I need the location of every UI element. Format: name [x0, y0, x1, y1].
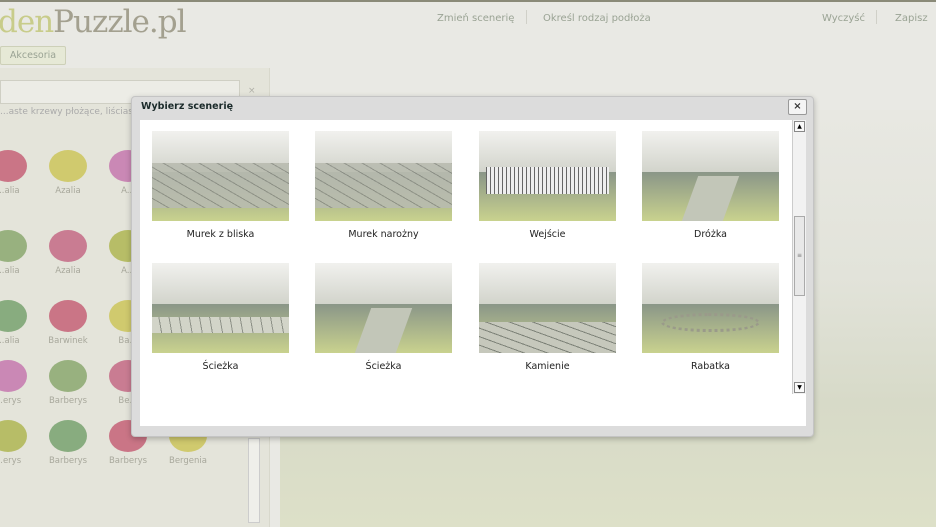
scene-tile[interactable]: Murek z bliska [152, 131, 289, 240]
plant-label: Barberys [48, 456, 88, 466]
plant-thumbnail [49, 230, 87, 262]
plant-item[interactable]: Barwinek [38, 300, 98, 346]
top-border [0, 0, 936, 2]
plant-label: Azalia [55, 186, 81, 196]
scene-label: Dróżka [694, 229, 727, 240]
plant-item[interactable]: ...erys [0, 360, 38, 406]
divider [876, 10, 877, 24]
plant-label: Barberys [48, 396, 88, 406]
tab-accessories[interactable]: Akcesoria [0, 46, 66, 65]
divider [526, 10, 527, 24]
scene-label: Murek narożny [348, 229, 419, 240]
logo-highlight: den [0, 4, 54, 40]
scene-thumbnail [152, 131, 289, 221]
scene-list: ▲ ≡ ▼ Murek z bliska Murek narożny Wejście… [140, 120, 806, 426]
logo[interactable]: denPuzzle.pl [0, 4, 187, 40]
plant-item[interactable]: Barberys [38, 420, 98, 466]
plant-item[interactable]: Azalia [38, 150, 98, 196]
scene-thumbnail [152, 263, 289, 353]
scene-label: Murek z bliska [186, 229, 255, 240]
scene-label: Wejście [529, 229, 566, 240]
plant-item[interactable]: ...alia [0, 150, 38, 196]
scene-thumbnail [642, 131, 779, 221]
nav-change-scenery[interactable]: Zmień scenerię [437, 13, 514, 24]
plant-label: Barwinek [48, 336, 88, 346]
scene-label: Ścieżka [202, 361, 239, 372]
scene-thumbnail [479, 131, 616, 221]
scroll-down-icon[interactable]: ▼ [794, 382, 805, 393]
close-button[interactable]: × [788, 99, 807, 115]
scene-tile[interactable]: Ścieżka [152, 263, 289, 372]
clear-search-icon[interactable]: × [248, 86, 256, 96]
scene-tile[interactable]: Wejście [479, 131, 616, 240]
plant-thumbnail [49, 300, 87, 332]
plant-thumbnail [0, 420, 27, 452]
plant-label: ...alia [0, 186, 20, 196]
scene-thumbnail [479, 263, 616, 353]
scene-tile[interactable]: Kamienie [479, 263, 616, 372]
plant-label: ...erys [0, 396, 22, 406]
scene-label: Ścieżka [365, 361, 402, 372]
scenery-dialog: Wybierz scenerię × ▲ ≡ ▼ Murek z bliska M… [131, 96, 814, 437]
plant-thumbnail [0, 300, 27, 332]
plant-item[interactable]: ...alia [0, 300, 38, 346]
scene-tile[interactable]: Rabatka [642, 263, 779, 372]
plant-label: ...erys [0, 456, 22, 466]
scene-tile[interactable]: Ścieżka [315, 263, 452, 372]
scene-thumbnail [315, 131, 452, 221]
scroll-thumb[interactable]: ≡ [794, 216, 805, 296]
scene-label: Rabatka [691, 361, 730, 372]
plant-item[interactable]: Barberys [38, 360, 98, 406]
clear-button[interactable]: Wyczyść [822, 13, 865, 24]
plant-label: ...alia [0, 336, 20, 346]
plant-thumbnail [0, 230, 27, 262]
plant-label: Azalia [55, 266, 81, 276]
scroll-up-icon[interactable]: ▲ [794, 121, 805, 132]
plant-label: Barberys [108, 456, 148, 466]
save-button[interactable]: Zapisz [895, 13, 928, 24]
plant-thumbnail [0, 150, 27, 182]
plant-thumbnail [49, 420, 87, 452]
nav-ground-type[interactable]: Określ rodzaj podłoża [543, 13, 651, 24]
plant-label: ...alia [0, 266, 20, 276]
panel-scrollbar[interactable] [248, 438, 260, 523]
plant-thumbnail [49, 360, 87, 392]
scene-thumbnail [642, 263, 779, 353]
scene-label: Kamienie [525, 361, 570, 372]
plant-thumbnail [0, 360, 27, 392]
scene-tile[interactable]: Dróżka [642, 131, 779, 240]
plant-item[interactable]: Azalia [38, 230, 98, 276]
scene-thumbnail [315, 263, 452, 353]
logo-text: Puzzle.pl [53, 4, 186, 40]
plant-label: Bergenia [169, 456, 207, 466]
dialog-title: Wybierz scenerię [141, 101, 234, 112]
scene-tile[interactable]: Murek narożny [315, 131, 452, 240]
scrollbar[interactable]: ▲ ≡ ▼ [792, 120, 806, 394]
plant-thumbnail [49, 150, 87, 182]
plant-item[interactable]: ...alia [0, 230, 38, 276]
plant-item[interactable]: ...erys [0, 420, 38, 466]
